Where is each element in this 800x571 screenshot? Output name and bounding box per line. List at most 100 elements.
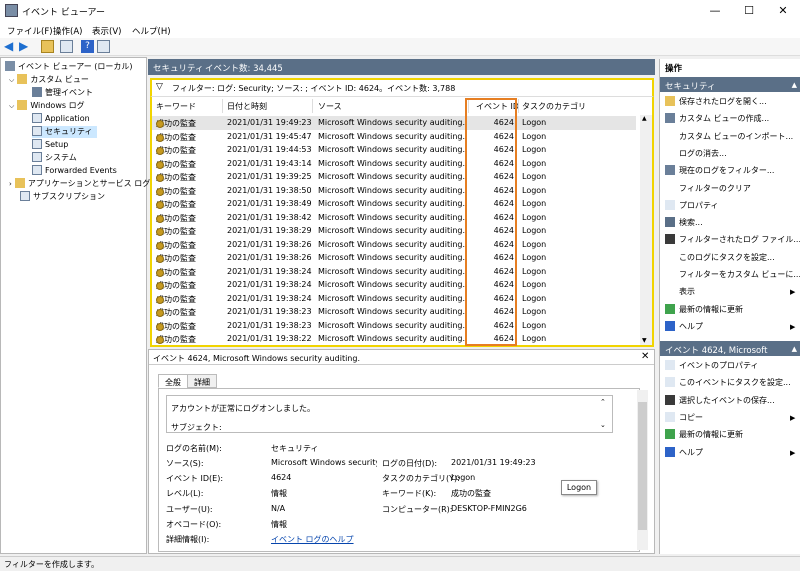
collapse-arrow-icon[interactable]: ⌵: [9, 76, 14, 84]
scroll-down-icon[interactable]: ⌄: [600, 421, 606, 429]
folder-icon: [17, 74, 28, 84]
table-row[interactable]: 成功の監査 2021/01/31 19:38:26 Microsoft Window…: [152, 251, 636, 265]
action-item[interactable]: ヘルプ: [665, 446, 703, 460]
filter-bar: ▽ フィルター: ログ: Security; ソース: ; イベント ID: 4…: [150, 78, 654, 96]
column-source[interactable]: ソース: [318, 101, 342, 112]
table-row[interactable]: 成功の監査 2021/01/31 19:39:25 Microsoft Window…: [152, 170, 636, 184]
table-row[interactable]: 成功の監査 2021/01/31 19:49:23 Microsoft Window…: [152, 116, 636, 130]
table-row[interactable]: 成功の監査 2021/01/31 19:38:26 Microsoft Window…: [152, 238, 636, 252]
column-separator[interactable]: [222, 99, 223, 113]
submenu-arrow-icon[interactable]: ▶: [790, 288, 795, 296]
table-row[interactable]: 成功の監査 2021/01/31 19:38:42 Microsoft Window…: [152, 211, 636, 225]
table-row[interactable]: 成功の監査 2021/01/31 19:38:23 Microsoft Window…: [152, 319, 636, 333]
action-item[interactable]: フィルターのクリア: [665, 182, 751, 196]
back-icon[interactable]: ◀: [4, 40, 17, 53]
minimize-button[interactable]: —: [698, 0, 732, 22]
key-icon: [156, 282, 164, 290]
tab-details[interactable]: 詳細: [187, 374, 217, 388]
tab-general[interactable]: 全般: [158, 374, 188, 388]
actions-section-security[interactable]: セキュリティ ▲: [660, 77, 800, 92]
row-keyword: 成功の監査: [156, 253, 196, 264]
event-list-scrollbar[interactable]: ▲ ▼: [640, 115, 652, 345]
tree-admin-events[interactable]: 管理イベント: [32, 87, 93, 99]
tree-apps-services[interactable]: › アプリケーションとサービス ログ: [9, 178, 150, 190]
menu-action[interactable]: 操作(A): [53, 25, 82, 37]
show-action-pane-icon[interactable]: [97, 40, 110, 53]
event-log-help-link[interactable]: イベント ログのヘルプ: [271, 534, 354, 545]
action-item[interactable]: カスタム ビューのインポート...: [665, 130, 793, 144]
table-row[interactable]: 成功の監査 2021/01/31 19:43:14 Microsoft Window…: [152, 157, 636, 171]
event-count: イベント数: 34,445: [205, 64, 283, 74]
tree-custom-views[interactable]: ⌵ カスタム ビュー: [9, 74, 89, 86]
action-item[interactable]: ヘルプ: [665, 320, 703, 334]
column-separator[interactable]: [518, 99, 519, 113]
collapse-arrow-icon[interactable]: ▲: [792, 345, 797, 353]
menu-view[interactable]: 表示(V): [92, 25, 121, 37]
action-item[interactable]: コピー: [665, 411, 703, 425]
detail-scrollbar[interactable]: [637, 390, 648, 550]
action-item[interactable]: ログの消去...: [665, 147, 727, 161]
table-row[interactable]: 成功の監査 2021/01/31 19:38:49 Microsoft Window…: [152, 197, 636, 211]
table-row[interactable]: 成功の監査 2021/01/31 19:38:24 Microsoft Window…: [152, 292, 636, 306]
action-item[interactable]: 保存されたログを開く...: [665, 95, 767, 109]
tree-setup[interactable]: Setup: [32, 139, 68, 151]
column-keyword[interactable]: キーワード: [156, 101, 196, 112]
table-row[interactable]: 成功の監査 2021/01/31 19:38:50 Microsoft Window…: [152, 184, 636, 198]
row-task-category: Logon: [522, 199, 547, 208]
action-item[interactable]: カスタム ビューの作成...: [665, 112, 769, 126]
submenu-arrow-icon[interactable]: ▶: [790, 449, 795, 457]
detail-scroll-thumb[interactable]: [638, 402, 647, 530]
table-row[interactable]: 成功の監査 2021/01/31 19:38:24 Microsoft Window…: [152, 278, 636, 292]
scroll-up-icon[interactable]: ⌃: [600, 398, 606, 406]
collapse-arrow-icon[interactable]: ⌵: [9, 102, 14, 110]
help-icon[interactable]: ?: [81, 40, 94, 53]
table-row[interactable]: 成功の監査 2021/01/31 19:38:22 Microsoft Window…: [152, 332, 636, 345]
column-task-category[interactable]: タスクのカテゴリ: [522, 101, 586, 112]
action-item[interactable]: 現在のログをフィルター...: [665, 164, 774, 178]
action-item[interactable]: 選択したイベントの保存...: [665, 394, 775, 408]
open-folder-icon[interactable]: [41, 40, 54, 53]
action-item[interactable]: このログにタスクを設定...: [665, 251, 775, 265]
window-title: イベント ビューアー: [22, 8, 105, 18]
tree-security[interactable]: セキュリティ: [32, 126, 97, 138]
scroll-up-icon[interactable]: ▲: [642, 115, 647, 122]
tree-root[interactable]: イベント ビューアー (ローカル): [5, 61, 133, 73]
expand-arrow-icon[interactable]: ›: [9, 180, 12, 188]
actions-section-event[interactable]: イベント 4624, Microsoft Wind... ▲: [660, 341, 800, 366]
tree-windows-logs[interactable]: ⌵ Windows ログ: [9, 100, 85, 112]
tree-forwarded-events[interactable]: Forwarded Events: [32, 165, 117, 177]
tree-application[interactable]: Application: [32, 113, 90, 125]
event-id-highlight: [465, 98, 517, 346]
table-row[interactable]: 成功の監査 2021/01/31 19:38:29 Microsoft Window…: [152, 224, 636, 238]
submenu-arrow-icon[interactable]: ▶: [790, 323, 795, 331]
more-info-label: 詳細情報(I):: [166, 535, 210, 544]
action-item[interactable]: プロパティ: [665, 199, 719, 213]
table-row[interactable]: 成功の監査 2021/01/31 19:45:47 Microsoft Window…: [152, 130, 636, 144]
maximize-button[interactable]: ☐: [732, 0, 766, 22]
action-item[interactable]: フィルターをカスタム ビューに...: [665, 268, 800, 282]
action-item[interactable]: フィルターされたログ ファイル...: [665, 233, 800, 247]
collapse-arrow-icon[interactable]: ▲: [792, 81, 797, 89]
menu-file[interactable]: ファイル(F): [7, 25, 53, 37]
action-item[interactable]: 最新の情報に更新: [665, 303, 743, 317]
table-row[interactable]: 成功の監査 2021/01/31 19:44:53 Microsoft Window…: [152, 143, 636, 157]
console-tree-icon[interactable]: [60, 40, 73, 53]
close-button[interactable]: ✕: [766, 0, 800, 22]
action-item[interactable]: 検索...: [665, 216, 703, 230]
column-date[interactable]: 日付と時刻: [227, 101, 267, 112]
column-separator[interactable]: [312, 99, 313, 113]
action-item[interactable]: このイベントにタスクを設定...: [665, 376, 791, 390]
submenu-arrow-icon[interactable]: ▶: [790, 414, 795, 422]
table-row[interactable]: 成功の監査 2021/01/31 19:38:23 Microsoft Window…: [152, 305, 636, 319]
forward-icon[interactable]: ▶: [19, 40, 32, 53]
action-item[interactable]: イベントのプロパティ: [665, 359, 759, 373]
menu-help[interactable]: ヘルプ(H): [132, 25, 171, 37]
table-row[interactable]: 成功の監査 2021/01/31 19:38:24 Microsoft Window…: [152, 265, 636, 279]
event-message-box[interactable]: アカウントが正常にログオンしました。 サブジェクト: ⌃ ⌄: [166, 395, 613, 433]
action-item[interactable]: 表示: [665, 285, 695, 299]
action-item[interactable]: 最新の情報に更新: [665, 428, 743, 442]
tree-system[interactable]: システム: [32, 152, 77, 164]
tree-subscriptions[interactable]: サブスクリプション: [20, 191, 105, 203]
close-detail-icon[interactable]: ✕: [641, 351, 649, 362]
scroll-down-icon[interactable]: ▼: [642, 337, 647, 344]
